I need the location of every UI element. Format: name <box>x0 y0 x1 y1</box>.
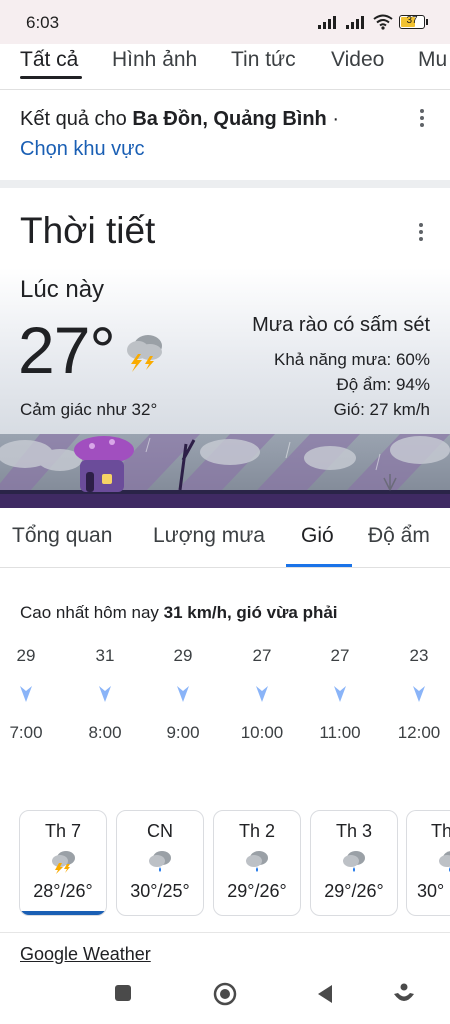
wind-hour: 27 10:00 <box>232 646 292 743</box>
wind-hour-speed: 27 <box>252 646 272 665</box>
wind-hour-time: 12:00 <box>397 723 441 742</box>
wind-tab-underline <box>286 564 352 567</box>
wind-hour-time: 9:00 <box>166 723 200 742</box>
location-menu-icon[interactable] <box>412 106 432 130</box>
wind-direction-icon <box>177 686 189 702</box>
home-button[interactable] <box>213 982 237 1011</box>
status-icons: 37 <box>317 14 428 30</box>
tab-more[interactable]: Mu <box>418 48 447 72</box>
thunderstorm-icon <box>52 851 75 874</box>
location-prefix: Kết quả cho <box>20 108 127 130</box>
battery-icon: 37 <box>399 15 425 29</box>
wind-summary-prefix: Cao nhất hôm nay <box>20 603 159 622</box>
assistant-button[interactable] <box>393 982 415 1011</box>
wind-hour-time: 10:00 <box>240 723 284 742</box>
wind-hour-speed: 27 <box>330 646 350 665</box>
wind-hour: 27 11:00 <box>310 646 370 743</box>
day-temps: 30° <box>417 881 445 901</box>
day-name: CN <box>147 821 173 841</box>
tab-precipitation[interactable]: Lượng mưa <box>153 524 265 548</box>
rain-cloud-icon <box>246 851 268 872</box>
wind-hour-time: 11:00 <box>319 723 361 742</box>
tab-overview[interactable]: Tổng quan <box>12 524 112 548</box>
location-line: Kết quả cho Ba Đồn, Quảng Bình · Chọn kh… <box>20 104 420 164</box>
status-bar: 6:03 37 <box>0 0 450 44</box>
location-place: Ba Đồn, Quảng Bình <box>132 108 327 130</box>
footer-divider <box>0 932 450 933</box>
tab-news[interactable]: Tin tức <box>231 48 296 72</box>
day-card[interactable]: CN 30°/25° <box>116 810 204 916</box>
home-circle-icon <box>213 982 237 1006</box>
condition-text: Mưa rào có sấm sét <box>252 314 430 336</box>
status-time: 6:03 <box>26 13 60 32</box>
current-temperature: 27° <box>18 313 116 387</box>
day-name: Th 3 <box>335 821 373 841</box>
day-temps: 29°/26° <box>227 881 287 901</box>
day-name: Th 7 <box>44 821 82 841</box>
tab-video[interactable]: Video <box>331 48 384 72</box>
wind-direction-icon <box>334 686 346 702</box>
wind-hour-time: 7:00 <box>9 723 43 742</box>
wifi-icon <box>373 14 393 30</box>
wind-direction-icon <box>256 686 268 702</box>
rain-cloud-icon <box>343 851 365 872</box>
day-temps: 30°/25° <box>130 881 190 901</box>
tab-wind[interactable]: Gió <box>301 524 334 548</box>
wind-summary-value: 31 km/h, gió vừa phải <box>163 603 338 622</box>
rain-cloud-icon <box>149 851 171 872</box>
day-card[interactable]: Th 7 28°/26° <box>19 810 107 916</box>
signal-icon <box>318 16 336 29</box>
tab-underline <box>20 76 82 79</box>
wind-speed: Gió: 27 km/h <box>333 400 430 419</box>
wind-direction-icon <box>99 686 111 702</box>
tab-humidity[interactable]: Độ ẩm <box>368 524 430 548</box>
rain-cloud-icon <box>439 851 450 872</box>
change-location-link[interactable]: Chọn khu vực <box>20 138 145 160</box>
search-tabs: Tất cả Hình ảnh Tin tức Video Mu <box>0 44 450 90</box>
rain-chance: Khả năng mưa: 60% <box>274 350 430 369</box>
wind-direction-icon <box>20 686 32 702</box>
weather-menu-icon[interactable] <box>411 220 431 244</box>
wind-hour: 29 7:00 <box>0 646 56 743</box>
wind-hour: 29 9:00 <box>153 646 213 743</box>
day-name: Th <box>431 821 450 841</box>
tab-all[interactable]: Tất cả <box>20 48 78 72</box>
day-temps: 28°/26° <box>33 881 93 901</box>
section-divider <box>0 180 450 188</box>
back-triangle-icon <box>318 985 332 1003</box>
wind-hour-speed: 29 <box>173 646 193 665</box>
battery-level: 37 <box>406 15 418 26</box>
recents-button[interactable] <box>114 984 132 1007</box>
wind-direction-icon <box>413 686 425 702</box>
day-name: Th 2 <box>238 821 276 841</box>
location-separator: · <box>332 108 339 130</box>
feels-like: Cảm giác như 32° <box>20 400 158 419</box>
tab-images[interactable]: Hình ảnh <box>112 48 197 72</box>
day-card[interactable]: Th 3 29°/26° <box>310 810 398 916</box>
weather-illustration <box>0 434 450 508</box>
wind-summary: Cao nhất hôm nay 31 km/h, gió vừa phải <box>20 603 338 623</box>
selected-day-indicator <box>20 911 106 915</box>
humidity: Độ ẩm: 94% <box>336 375 430 394</box>
now-label: Lúc này <box>20 276 105 303</box>
back-button[interactable] <box>316 984 334 1009</box>
assistant-icon <box>394 983 414 1001</box>
day-card[interactable]: Th 30° <box>406 810 450 916</box>
google-weather-link[interactable]: Google Weather <box>20 944 151 965</box>
signal-icon <box>346 16 364 29</box>
wind-hour-speed: 23 <box>409 646 429 665</box>
wind-hour: 23 12:00 <box>389 646 449 743</box>
square-icon <box>115 985 131 1001</box>
thunderstorm-icon <box>127 335 162 372</box>
day-temps: 29°/26° <box>324 881 384 901</box>
weather-title: Thời tiết <box>20 210 156 251</box>
wind-hour-speed: 29 <box>16 646 36 665</box>
wind-hour-speed: 31 <box>95 646 115 665</box>
wind-hour-time: 8:00 <box>88 723 122 742</box>
wind-hour: 31 8:00 <box>75 646 135 743</box>
day-card[interactable]: Th 2 29°/26° <box>213 810 301 916</box>
weather-tabs: Tổng quan Lượng mưa Gió Độ ẩm <box>0 508 450 568</box>
